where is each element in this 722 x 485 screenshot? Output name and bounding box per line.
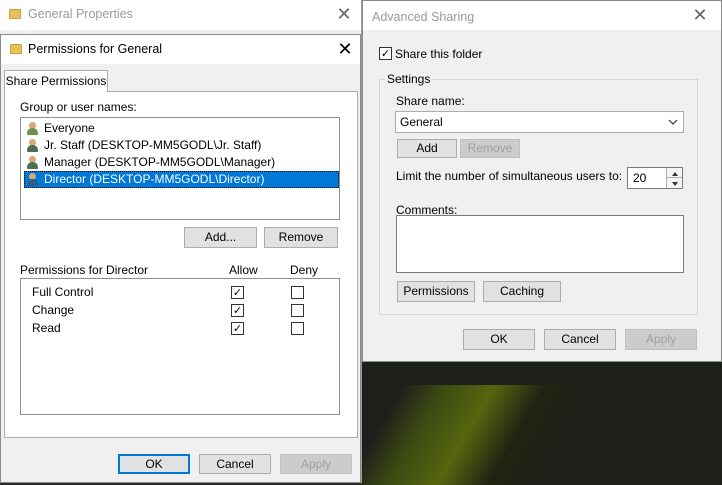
- add-user-button[interactable]: Add...: [184, 227, 257, 248]
- settings-group-label: Settings: [385, 72, 433, 86]
- general-properties-titlebar: General Properties ✕: [0, 0, 361, 30]
- allow-column-header: Allow: [229, 263, 258, 277]
- user-limit-spinner[interactable]: 20: [627, 167, 683, 189]
- user-limit-value: 20: [633, 171, 647, 185]
- permissions-ok-button[interactable]: OK: [118, 454, 190, 474]
- permission-allow-checkbox[interactable]: ✓: [231, 304, 244, 317]
- permission-deny-checkbox[interactable]: [291, 304, 304, 317]
- permission-name: Change: [32, 303, 75, 317]
- chevron-down-icon: [668, 119, 678, 125]
- caching-button[interactable]: Caching: [483, 281, 561, 302]
- deny-column-header: Deny: [290, 263, 319, 277]
- arrow-down-icon: [672, 182, 678, 186]
- advanced-sharing-titlebar: Advanced Sharing ✕: [362, 0, 722, 30]
- advanced-sharing-title: Advanced Sharing: [372, 10, 475, 24]
- user-list-item[interactable]: Director (DESKTOP-MM5GODL\Director): [24, 171, 339, 188]
- comments-textarea[interactable]: [396, 215, 684, 273]
- spinner-up-button[interactable]: [666, 168, 682, 178]
- permission-allow-checkbox[interactable]: ✓: [231, 286, 244, 299]
- share-name-value: General: [400, 115, 443, 129]
- user-icon: [26, 139, 40, 152]
- general-properties-close-icon[interactable]: ✕: [334, 5, 354, 23]
- permission-deny-checkbox[interactable]: [291, 322, 304, 335]
- add-share-name-button[interactable]: Add: [397, 139, 457, 158]
- desktop-wallpaper: [361, 385, 722, 485]
- advanced-sharing-close-icon[interactable]: ✕: [690, 6, 710, 24]
- tab-share-permissions[interactable]: Share Permissions: [4, 70, 108, 92]
- user-icon: [26, 156, 40, 169]
- share-name-select[interactable]: General: [395, 111, 684, 133]
- user-name: Director (DESKTOP-MM5GODL\Director): [44, 172, 265, 186]
- spinner-down-button[interactable]: [666, 178, 682, 188]
- user-limit-label: Limit the number of simultaneous users t…: [396, 169, 623, 183]
- advanced-apply-button[interactable]: Apply: [625, 329, 697, 350]
- user-list-item[interactable]: Jr. Staff (DESKTOP-MM5GODL\Jr. Staff): [24, 137, 339, 154]
- advanced-cancel-button[interactable]: Cancel: [544, 329, 616, 350]
- remove-user-button[interactable]: Remove: [264, 227, 338, 248]
- group-users-icon: [26, 122, 40, 135]
- share-folder-checkbox[interactable]: ✓: [379, 47, 392, 60]
- user-list-item[interactable]: Everyone: [24, 120, 339, 137]
- permissions-for-label: Permissions for Director: [20, 263, 149, 277]
- permissions-button[interactable]: Permissions: [397, 281, 475, 302]
- permissions-dialog-title: Permissions for General: [28, 42, 163, 56]
- folder-icon: [10, 44, 22, 54]
- permissions-close-icon[interactable]: ✕: [335, 40, 355, 58]
- user-name: Everyone: [44, 121, 95, 135]
- user-list-item[interactable]: Manager (DESKTOP-MM5GODL\Manager): [24, 154, 339, 171]
- user-name: Manager (DESKTOP-MM5GODL\Manager): [44, 155, 276, 169]
- user-name: Jr. Staff (DESKTOP-MM5GODL\Jr. Staff): [44, 138, 262, 152]
- users-listbox[interactable]: Everyone Jr. Staff (DESKTOP-MM5GODL\Jr. S…: [20, 117, 340, 220]
- permissions-apply-button[interactable]: Apply: [280, 454, 352, 474]
- remove-share-name-button[interactable]: Remove: [460, 139, 520, 158]
- group-users-label: Group or user names:: [20, 100, 137, 114]
- permission-deny-checkbox[interactable]: [291, 286, 304, 299]
- advanced-ok-button[interactable]: OK: [463, 329, 535, 350]
- permission-name: Read: [32, 321, 61, 335]
- share-name-label: Share name:: [396, 94, 465, 108]
- permissions-titlebar: Permissions for General ✕: [0, 34, 361, 64]
- general-properties-title: General Properties: [28, 7, 133, 21]
- permission-name: Full Control: [32, 285, 94, 299]
- permissions-cancel-button[interactable]: Cancel: [199, 454, 271, 474]
- user-icon: [26, 173, 40, 186]
- folder-icon: [9, 9, 21, 19]
- permission-allow-checkbox[interactable]: ✓: [231, 322, 244, 335]
- share-folder-label: Share this folder: [395, 47, 483, 61]
